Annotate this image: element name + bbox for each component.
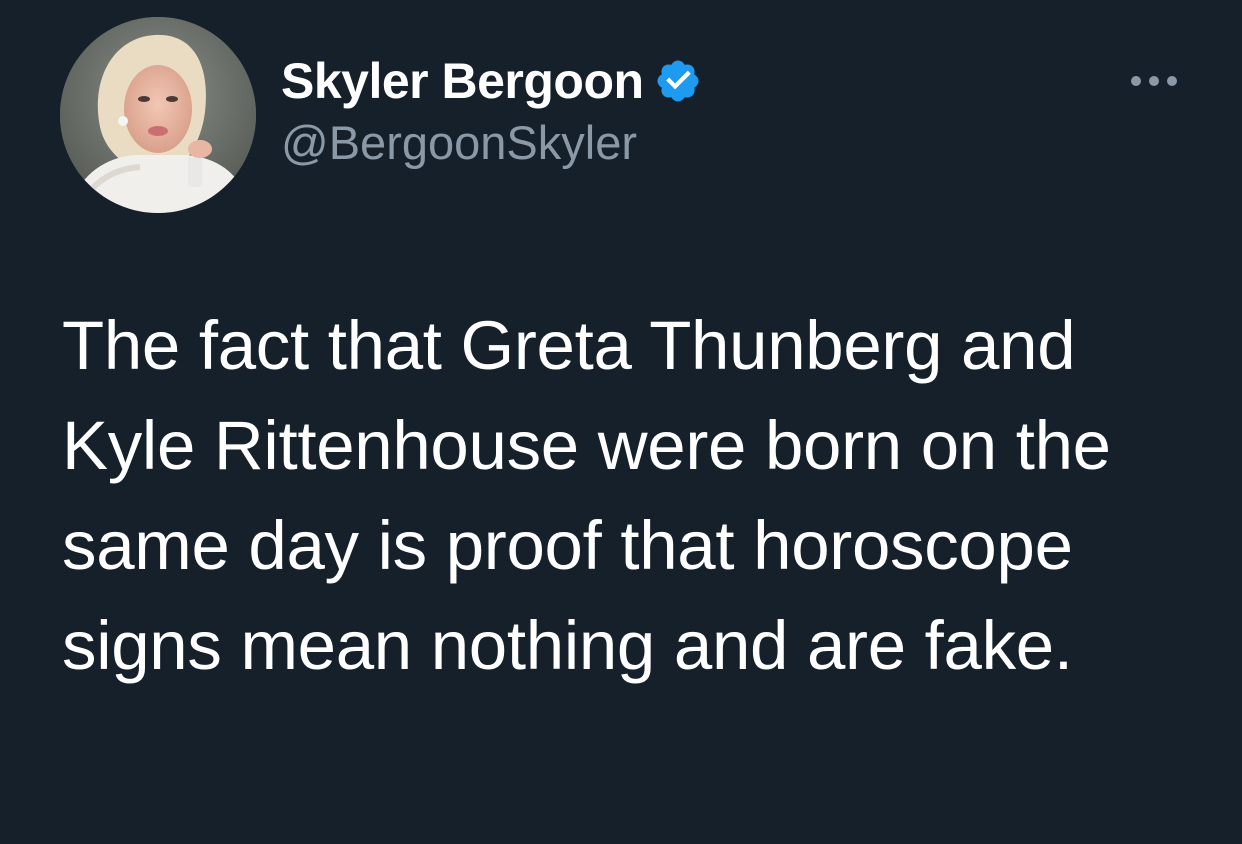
tweet: Skyler Bergoon @BergoonSkyler The fact t… [0,0,1242,844]
author-avatar[interactable] [60,17,256,213]
name-row: Skyler Bergoon [281,50,702,112]
author-info: Skyler Bergoon @BergoonSkyler [281,50,702,172]
author-display-name[interactable]: Skyler Bergoon [281,50,644,112]
tweet-text: The fact that Greta Thunberg and Kyle Ri… [62,307,1111,684]
verified-badge-icon [654,57,702,105]
more-options-button[interactable] [1124,64,1184,98]
author-handle[interactable]: @BergoonSkyler [281,114,702,172]
more-options-icon [1131,76,1177,86]
avatar-photo [60,17,256,213]
